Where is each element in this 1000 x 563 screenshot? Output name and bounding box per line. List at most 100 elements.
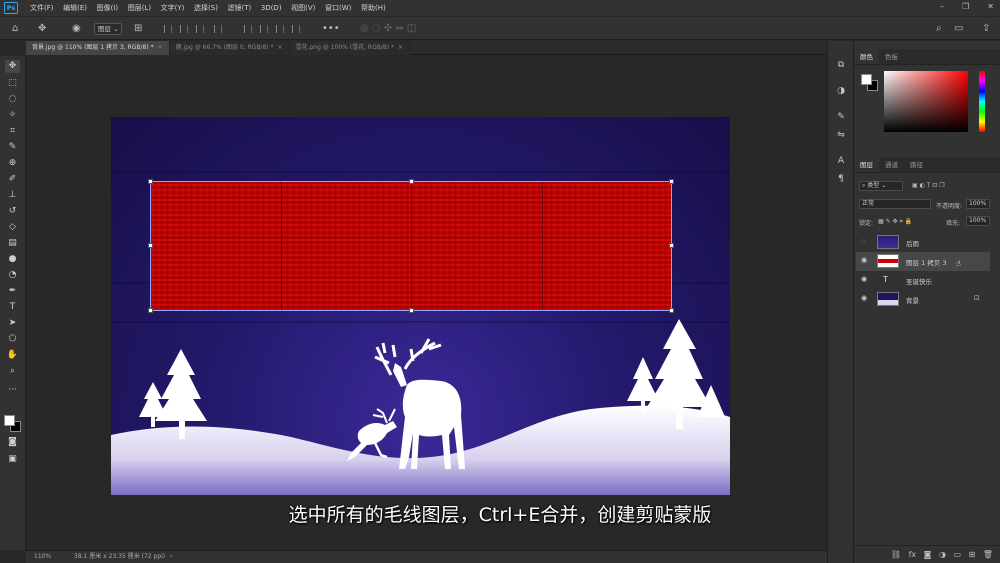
screen-mode-icon[interactable]: ▣ (5, 453, 20, 466)
blur-tool-icon[interactable]: ● (5, 253, 20, 266)
menu-layer[interactable]: 图层(L) (128, 3, 151, 13)
tab-background-jpg[interactable]: 背景.jpg @ 110% (图层 1 拷贝 3, RGB/8) * × (26, 41, 170, 55)
menu-3d[interactable]: 3D(D) (261, 4, 282, 12)
zoom-level[interactable]: 110% (34, 551, 51, 563)
tab-swatches[interactable]: 色板 (879, 49, 904, 64)
layer-filter-dropdown[interactable]: ⌕ 类型 ⌄ (859, 181, 903, 191)
menu-image[interactable]: 图像(I) (97, 3, 119, 13)
layer-row[interactable]: ◉ 背景 ⊡ (856, 290, 990, 309)
healing-brush-icon[interactable]: ⊕ (5, 157, 20, 170)
properties-icon[interactable]: ⇋ (835, 129, 847, 141)
transform-bounding-box[interactable] (148, 179, 674, 313)
align-left-icon[interactable] (164, 25, 172, 33)
move-tool-icon[interactable]: ✥ (5, 60, 20, 73)
close-icon[interactable]: × (398, 44, 403, 51)
brush-settings-icon[interactable]: ✎ (835, 111, 847, 123)
paragraph-icon[interactable]: ¶ (835, 173, 847, 185)
workspace-icon[interactable]: ▭ (954, 23, 963, 35)
history-brush-icon[interactable]: ↺ (5, 205, 20, 218)
tab-snowflake-png[interactable]: 雪花.png @ 100% (雪花, RGB/8) * × (289, 41, 410, 55)
lasso-tool-icon[interactable]: ◌ (5, 93, 20, 106)
menu-window[interactable]: 窗口(W) (325, 3, 351, 13)
tab-deer-jpg[interactable]: 鹿.jpg @ 66.7% (图层 0, RGB/8) * × (169, 41, 290, 55)
history-icon[interactable]: ⧉ (835, 59, 847, 71)
hue-slider[interactable] (979, 71, 985, 132)
status-arrow-icon[interactable]: › (170, 551, 172, 563)
close-icon[interactable]: × (278, 44, 283, 51)
dodge-tool-icon[interactable]: ◔ (5, 269, 20, 282)
transform-handle[interactable] (409, 179, 414, 184)
menu-edit[interactable]: 编辑(E) (63, 3, 87, 13)
menu-file[interactable]: 文件(F) (30, 3, 54, 13)
fill-input[interactable]: 100% (966, 216, 990, 226)
menu-select[interactable]: 选择(S) (194, 3, 218, 13)
quick-mask-icon[interactable]: ◙ (5, 436, 20, 449)
align-top-icon[interactable] (214, 25, 222, 33)
shape-tool-icon[interactable]: ⬠ (5, 333, 20, 346)
layer-row[interactable]: ▫ 后雨 (856, 233, 990, 252)
auto-select-icon[interactable]: ◉ (72, 23, 81, 35)
pen-tool-icon[interactable]: ✒ (5, 285, 20, 298)
marquee-tool-icon[interactable]: ⬚ (5, 77, 20, 90)
menu-help[interactable]: 帮助(H) (361, 3, 386, 13)
visibility-off-icon[interactable]: ▫ (861, 237, 866, 245)
restore-icon[interactable]: ❐ (962, 2, 969, 11)
blend-mode-dropdown[interactable]: 正常 (859, 199, 931, 209)
distribute-icon[interactable] (244, 25, 252, 33)
home-icon[interactable]: ⌂ (12, 23, 18, 35)
transform-controls-icon[interactable]: ⊞ (134, 23, 142, 35)
zoom-tool-icon[interactable]: ⌕ (5, 365, 20, 378)
move-tool-icon[interactable]: ✥ (38, 23, 46, 35)
tab-channels[interactable]: 通道 (879, 157, 904, 172)
layer-row-selected[interactable]: ◉ 图层 1 拷贝 3 ☝ (856, 252, 990, 271)
foreground-color-swatch[interactable] (4, 415, 15, 426)
eye-icon[interactable]: ◉ (861, 256, 867, 264)
more-tools-icon[interactable]: ··· (5, 384, 20, 397)
magic-wand-icon[interactable]: ✧ (5, 109, 20, 122)
menu-view[interactable]: 视图(V) (291, 3, 315, 13)
eyedropper-icon[interactable]: ✎ (5, 141, 20, 154)
crop-tool-icon[interactable]: ⌗ (5, 125, 20, 138)
transform-handle[interactable] (669, 243, 674, 248)
minimize-icon[interactable]: – (940, 2, 944, 11)
opacity-input[interactable]: 100% (966, 199, 990, 209)
distribute-icon[interactable] (260, 25, 268, 33)
tab-layers[interactable]: 图层 (854, 157, 879, 172)
distribute-icon[interactable] (276, 25, 284, 33)
type-tool-icon[interactable]: T (5, 301, 20, 314)
layer-row[interactable]: ◉ T 圣诞快乐 (856, 271, 990, 290)
clone-stamp-icon[interactable]: ⊥ (5, 189, 20, 202)
transform-handle[interactable] (669, 308, 674, 313)
close-icon[interactable]: ✕ (987, 2, 994, 11)
brush-tool-icon[interactable]: ✐ (5, 173, 20, 186)
gradient-tool-icon[interactable]: ▤ (5, 237, 20, 250)
path-select-icon[interactable]: ➤ (5, 317, 20, 330)
menu-filter[interactable]: 滤镜(T) (228, 3, 252, 13)
character-icon[interactable]: A (835, 155, 847, 167)
transform-handle[interactable] (148, 179, 153, 184)
eraser-icon[interactable]: ◇ (5, 221, 20, 234)
close-icon[interactable]: × (158, 44, 163, 51)
transform-handle[interactable] (669, 179, 674, 184)
transform-handle[interactable] (409, 308, 414, 313)
share-icon[interactable]: ⇪ (982, 23, 990, 35)
auto-select-dropdown[interactable]: 图层 ⌄ (94, 23, 122, 35)
hand-tool-icon[interactable]: ✋ (5, 349, 20, 362)
transform-handle[interactable] (148, 243, 153, 248)
menu-type[interactable]: 文字(Y) (161, 3, 185, 13)
lock-icons[interactable]: ▦ ✎ ✥ ⌗ 🔒 (878, 218, 912, 226)
search-icon[interactable]: ⌕ (936, 23, 942, 35)
layers-panel-footer-icons[interactable]: ⛓ fx ◙ ◑ ▭ ⊞ 🗑 (854, 545, 1000, 563)
distribute-icon[interactable] (292, 25, 300, 33)
color-picker-field[interactable] (884, 71, 968, 132)
tab-color[interactable]: 颜色 (854, 49, 879, 64)
tab-paths[interactable]: 路径 (904, 157, 929, 172)
transform-handle[interactable] (148, 308, 153, 313)
eye-icon[interactable]: ◉ (861, 275, 867, 283)
align-center-icon[interactable] (180, 25, 188, 33)
adjustments-icon[interactable]: ◑ (835, 85, 847, 97)
more-options-icon[interactable]: ••• (322, 23, 340, 35)
eye-icon[interactable]: ◉ (861, 294, 867, 302)
foreground-color-swatch[interactable] (861, 74, 872, 85)
layer-filter-icons[interactable]: ▣ ◐ T ⊡ ❐ (912, 182, 945, 189)
